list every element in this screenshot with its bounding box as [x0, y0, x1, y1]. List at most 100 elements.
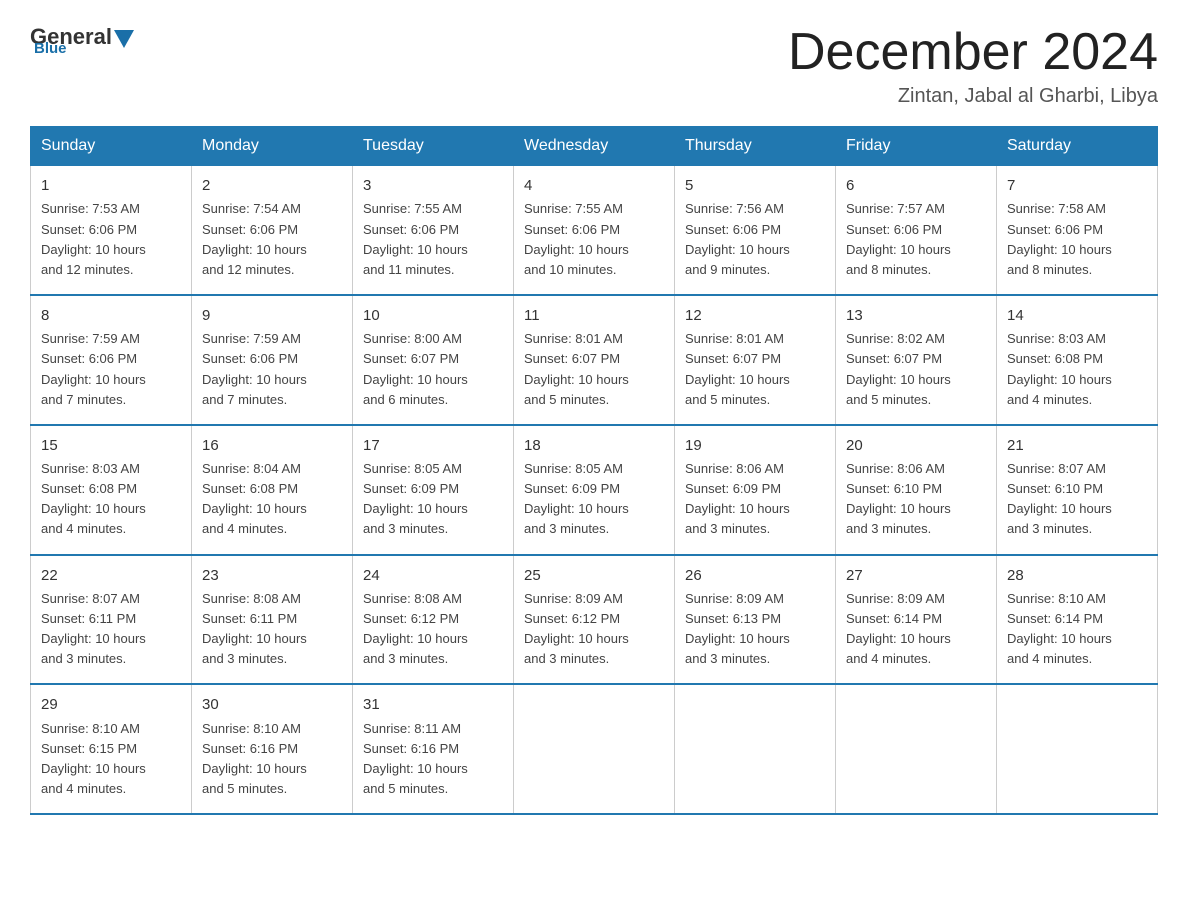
- day-number: 6: [846, 174, 986, 197]
- table-row: [514, 684, 675, 814]
- day-info: Sunrise: 8:03 AMSunset: 6:08 PMDaylight:…: [41, 459, 181, 540]
- table-row: 4 Sunrise: 7:55 AMSunset: 6:06 PMDayligh…: [514, 166, 675, 295]
- table-row: 29 Sunrise: 8:10 AMSunset: 6:15 PMDaylig…: [31, 684, 192, 814]
- table-row: 26 Sunrise: 8:09 AMSunset: 6:13 PMDaylig…: [675, 555, 836, 685]
- day-number: 4: [524, 174, 664, 197]
- day-info: Sunrise: 7:59 AMSunset: 6:06 PMDaylight:…: [41, 329, 181, 410]
- day-info: Sunrise: 8:09 AMSunset: 6:14 PMDaylight:…: [846, 589, 986, 670]
- day-number: 23: [202, 564, 342, 587]
- table-row: 16 Sunrise: 8:04 AMSunset: 6:08 PMDaylig…: [192, 425, 353, 555]
- table-row: [836, 684, 997, 814]
- day-info: Sunrise: 8:07 AMSunset: 6:10 PMDaylight:…: [1007, 459, 1147, 540]
- day-number: 30: [202, 693, 342, 716]
- day-number: 27: [846, 564, 986, 587]
- day-number: 14: [1007, 304, 1147, 327]
- table-row: 31 Sunrise: 8:11 AMSunset: 6:16 PMDaylig…: [353, 684, 514, 814]
- day-number: 3: [363, 174, 503, 197]
- calendar-week-row: 22 Sunrise: 8:07 AMSunset: 6:11 PMDaylig…: [31, 555, 1158, 685]
- col-sunday: Sunday: [31, 127, 192, 166]
- day-number: 20: [846, 434, 986, 457]
- table-row: 28 Sunrise: 8:10 AMSunset: 6:14 PMDaylig…: [997, 555, 1158, 685]
- day-info: Sunrise: 7:59 AMSunset: 6:06 PMDaylight:…: [202, 329, 342, 410]
- table-row: 22 Sunrise: 8:07 AMSunset: 6:11 PMDaylig…: [31, 555, 192, 685]
- table-row: 1 Sunrise: 7:53 AMSunset: 6:06 PMDayligh…: [31, 166, 192, 295]
- day-number: 19: [685, 434, 825, 457]
- col-wednesday: Wednesday: [514, 127, 675, 166]
- table-row: 27 Sunrise: 8:09 AMSunset: 6:14 PMDaylig…: [836, 555, 997, 685]
- day-info: Sunrise: 8:05 AMSunset: 6:09 PMDaylight:…: [524, 459, 664, 540]
- table-row: 3 Sunrise: 7:55 AMSunset: 6:06 PMDayligh…: [353, 166, 514, 295]
- col-friday: Friday: [836, 127, 997, 166]
- table-row: [675, 684, 836, 814]
- table-row: 6 Sunrise: 7:57 AMSunset: 6:06 PMDayligh…: [836, 166, 997, 295]
- calendar-week-row: 8 Sunrise: 7:59 AMSunset: 6:06 PMDayligh…: [31, 295, 1158, 425]
- day-info: Sunrise: 8:00 AMSunset: 6:07 PMDaylight:…: [363, 329, 503, 410]
- month-title: December 2024: [788, 24, 1158, 81]
- day-info: Sunrise: 7:55 AMSunset: 6:06 PMDaylight:…: [524, 199, 664, 280]
- day-info: Sunrise: 8:07 AMSunset: 6:11 PMDaylight:…: [41, 589, 181, 670]
- day-number: 2: [202, 174, 342, 197]
- day-info: Sunrise: 7:57 AMSunset: 6:06 PMDaylight:…: [846, 199, 986, 280]
- day-number: 28: [1007, 564, 1147, 587]
- day-info: Sunrise: 7:55 AMSunset: 6:06 PMDaylight:…: [363, 199, 503, 280]
- day-number: 29: [41, 693, 181, 716]
- day-info: Sunrise: 8:04 AMSunset: 6:08 PMDaylight:…: [202, 459, 342, 540]
- day-info: Sunrise: 8:10 AMSunset: 6:16 PMDaylight:…: [202, 719, 342, 800]
- day-number: 16: [202, 434, 342, 457]
- table-row: 9 Sunrise: 7:59 AMSunset: 6:06 PMDayligh…: [192, 295, 353, 425]
- day-info: Sunrise: 8:10 AMSunset: 6:15 PMDaylight:…: [41, 719, 181, 800]
- calendar-table: Sunday Monday Tuesday Wednesday Thursday…: [30, 126, 1158, 815]
- day-info: Sunrise: 8:01 AMSunset: 6:07 PMDaylight:…: [524, 329, 664, 410]
- day-number: 12: [685, 304, 825, 327]
- table-row: 12 Sunrise: 8:01 AMSunset: 6:07 PMDaylig…: [675, 295, 836, 425]
- title-block: December 2024 Zintan, Jabal al Gharbi, L…: [788, 24, 1158, 108]
- day-info: Sunrise: 8:08 AMSunset: 6:11 PMDaylight:…: [202, 589, 342, 670]
- day-number: 25: [524, 564, 664, 587]
- day-number: 22: [41, 564, 181, 587]
- col-saturday: Saturday: [997, 127, 1158, 166]
- day-number: 5: [685, 174, 825, 197]
- location-text: Zintan, Jabal al Gharbi, Libya: [788, 85, 1158, 108]
- day-info: Sunrise: 8:09 AMSunset: 6:12 PMDaylight:…: [524, 589, 664, 670]
- day-info: Sunrise: 8:03 AMSunset: 6:08 PMDaylight:…: [1007, 329, 1147, 410]
- table-row: 24 Sunrise: 8:08 AMSunset: 6:12 PMDaylig…: [353, 555, 514, 685]
- day-number: 17: [363, 434, 503, 457]
- table-row: 14 Sunrise: 8:03 AMSunset: 6:08 PMDaylig…: [997, 295, 1158, 425]
- table-row: 7 Sunrise: 7:58 AMSunset: 6:06 PMDayligh…: [997, 166, 1158, 295]
- day-number: 1: [41, 174, 181, 197]
- table-row: 18 Sunrise: 8:05 AMSunset: 6:09 PMDaylig…: [514, 425, 675, 555]
- day-info: Sunrise: 8:05 AMSunset: 6:09 PMDaylight:…: [363, 459, 503, 540]
- table-row: 8 Sunrise: 7:59 AMSunset: 6:06 PMDayligh…: [31, 295, 192, 425]
- table-row: 2 Sunrise: 7:54 AMSunset: 6:06 PMDayligh…: [192, 166, 353, 295]
- day-number: 10: [363, 304, 503, 327]
- table-row: 21 Sunrise: 8:07 AMSunset: 6:10 PMDaylig…: [997, 425, 1158, 555]
- day-info: Sunrise: 8:08 AMSunset: 6:12 PMDaylight:…: [363, 589, 503, 670]
- table-row: [997, 684, 1158, 814]
- table-row: 19 Sunrise: 8:06 AMSunset: 6:09 PMDaylig…: [675, 425, 836, 555]
- day-number: 8: [41, 304, 181, 327]
- day-number: 13: [846, 304, 986, 327]
- col-tuesday: Tuesday: [353, 127, 514, 166]
- table-row: 25 Sunrise: 8:09 AMSunset: 6:12 PMDaylig…: [514, 555, 675, 685]
- calendar-week-row: 29 Sunrise: 8:10 AMSunset: 6:15 PMDaylig…: [31, 684, 1158, 814]
- day-info: Sunrise: 8:01 AMSunset: 6:07 PMDaylight:…: [685, 329, 825, 410]
- table-row: 10 Sunrise: 8:00 AMSunset: 6:07 PMDaylig…: [353, 295, 514, 425]
- page-header: General Blue December 2024 Zintan, Jabal…: [30, 24, 1158, 108]
- logo-triangle-icon: [114, 30, 134, 48]
- day-number: 18: [524, 434, 664, 457]
- table-row: 5 Sunrise: 7:56 AMSunset: 6:06 PMDayligh…: [675, 166, 836, 295]
- day-number: 15: [41, 434, 181, 457]
- table-row: 11 Sunrise: 8:01 AMSunset: 6:07 PMDaylig…: [514, 295, 675, 425]
- col-thursday: Thursday: [675, 127, 836, 166]
- day-number: 11: [524, 304, 664, 327]
- day-info: Sunrise: 7:56 AMSunset: 6:06 PMDaylight:…: [685, 199, 825, 280]
- logo: General Blue: [30, 24, 136, 57]
- day-info: Sunrise: 8:09 AMSunset: 6:13 PMDaylight:…: [685, 589, 825, 670]
- day-number: 21: [1007, 434, 1147, 457]
- calendar-header-row: Sunday Monday Tuesday Wednesday Thursday…: [31, 127, 1158, 166]
- day-number: 7: [1007, 174, 1147, 197]
- day-info: Sunrise: 8:11 AMSunset: 6:16 PMDaylight:…: [363, 719, 503, 800]
- logo-blue-text: Blue: [34, 40, 67, 57]
- day-info: Sunrise: 7:54 AMSunset: 6:06 PMDaylight:…: [202, 199, 342, 280]
- day-info: Sunrise: 8:10 AMSunset: 6:14 PMDaylight:…: [1007, 589, 1147, 670]
